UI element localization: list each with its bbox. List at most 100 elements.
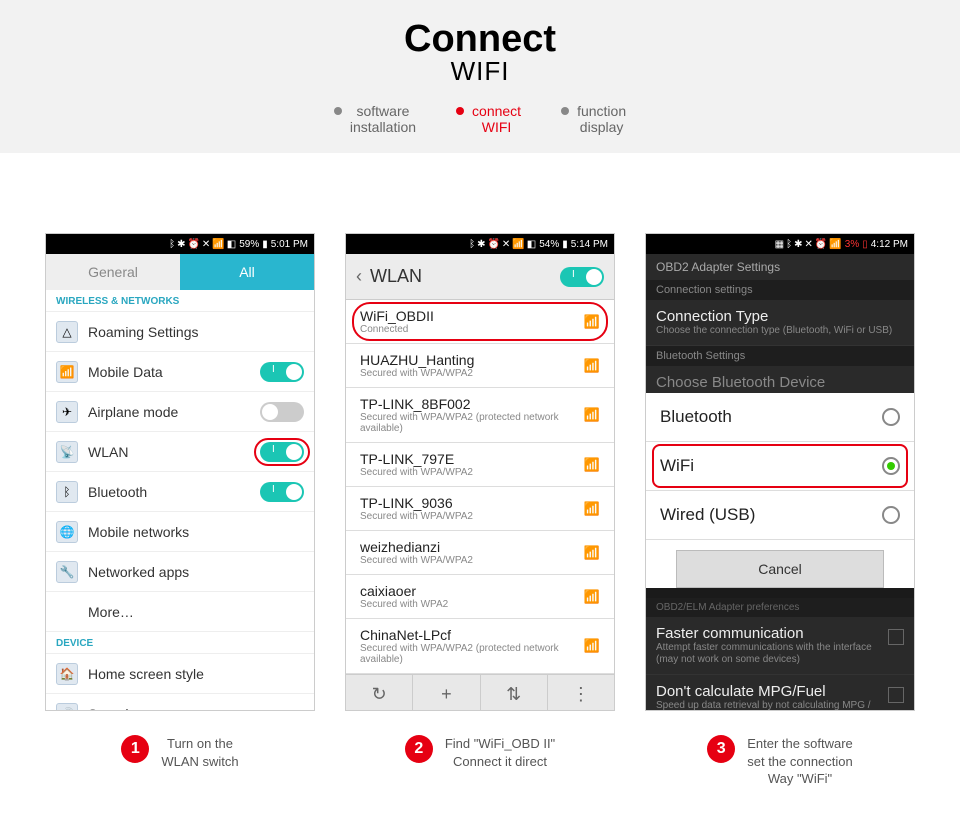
refresh-button[interactable]: ↻ [346, 675, 413, 711]
row-networked-apps[interactable]: 🔧Networked apps [46, 552, 314, 592]
row-bluetooth[interactable]: ᛒBluetooth [46, 472, 314, 512]
mobile-data-icon: 📶 [56, 361, 78, 383]
mobile-networks-icon: 🌐 [56, 521, 78, 543]
tab-all[interactable]: All [180, 254, 314, 290]
wlan-title: WLAN [370, 266, 552, 287]
dot-icon [561, 107, 569, 115]
step-function-display: functiondisplay [561, 103, 626, 135]
step-software-installation: softwareinstallation [334, 103, 416, 135]
phone-obd-settings: ▦ᛒ✱✕⏰📶 3% ▯ 4:12 PM OBD2 Adapter Setting… [645, 233, 915, 711]
option-bluetooth[interactable]: Bluetooth [646, 393, 914, 442]
row-no-mpg[interactable]: Don't calculate MPG/Fuel Speed up data r… [646, 675, 914, 711]
wifi-tplink-9036[interactable]: TP-LINK_9036Secured with WPA/WPA2📶 [346, 487, 614, 531]
battery-icon: ▮ [262, 239, 268, 250]
phone-settings: ᛒ✱⏰✕📶◧ 59% ▮ 5:01 PM General All WIRELES… [45, 233, 315, 711]
section-connection: Connection settings [646, 280, 914, 300]
wifi-tplink-8bf002[interactable]: TP-LINK_8BF002Secured with WPA/WPA2 (pro… [346, 388, 614, 443]
menu-button[interactable]: ⋮ [548, 675, 614, 711]
airplane-toggle[interactable] [260, 402, 304, 422]
wlan-master-toggle[interactable] [560, 267, 604, 287]
row-mobile-data[interactable]: 📶Mobile Data [46, 352, 314, 392]
wifi-huazhu[interactable]: HUAZHU_HantingSecured with WPA/WPA2📶 [346, 344, 614, 388]
wifi-lock-icon: 📶 [584, 407, 600, 423]
row-wlan[interactable]: 📡WLAN [46, 432, 314, 472]
wifi-weizhe[interactable]: weizhedianziSecured with WPA/WPA2📶 [346, 531, 614, 575]
row-airplane[interactable]: ✈Airplane mode [46, 392, 314, 432]
wlan-header: ‹ WLAN [346, 254, 614, 300]
cancel-button[interactable]: Cancel [676, 550, 884, 588]
row-more[interactable]: More… [46, 592, 314, 632]
bluetooth-icon: ᛒ [56, 481, 78, 503]
badge-2: 2 [405, 735, 433, 763]
row-home-screen[interactable]: 🏠Home screen style [46, 654, 314, 694]
connection-dialog: Bluetooth WiFi Wired (USB) Cancel [646, 393, 914, 588]
wifi-lock-icon: 📶 [584, 457, 600, 473]
wireless-list: △Roaming Settings 📶Mobile Data ✈Airplane… [46, 312, 314, 632]
wlan-toggle[interactable] [260, 442, 304, 462]
status-bar: ᛒ✱⏰✕📶◧ 54% ▮ 5:14 PM [346, 234, 614, 254]
bottom-bar: ↻ + ⇅ ⋮ [346, 674, 614, 711]
clock: 4:12 PM [871, 239, 908, 250]
home-icon: 🏠 [56, 663, 78, 685]
option-wifi[interactable]: WiFi [646, 442, 914, 491]
wifi-lock-icon: 📶 [584, 358, 600, 374]
phone-wlan: ᛒ✱⏰✕📶◧ 54% ▮ 5:14 PM ‹ WLAN WiFi_OBDIICo… [345, 233, 615, 711]
adapter-pref-label: OBD2/ELM Adapter preferences [646, 598, 914, 617]
row-connection-type[interactable]: Connection Type Choose the connection ty… [646, 300, 914, 346]
section-bluetooth: Bluetooth Settings [646, 346, 914, 366]
status-bar: ᛒ✱⏰✕📶◧ 59% ▮ 5:01 PM [46, 234, 314, 254]
dot-icon [456, 107, 464, 115]
tab-general[interactable]: General [46, 254, 180, 290]
caption-3: 3 Enter the softwareset the connectionWa… [645, 735, 915, 788]
sound-icon: 🔊 [56, 703, 78, 712]
tabs: General All [46, 254, 314, 290]
clock: 5:01 PM [271, 239, 308, 250]
row-sound[interactable]: 🔊Sound [46, 694, 314, 711]
badge-3: 3 [707, 735, 735, 763]
networked-apps-icon: 🔧 [56, 561, 78, 583]
banner-subtitle: WIFI [0, 56, 960, 87]
row-roaming[interactable]: △Roaming Settings [46, 312, 314, 352]
wifi-chinanet[interactable]: ChinaNet-LPcfSecured with WPA/WPA2 (prot… [346, 619, 614, 674]
status-icons: ▦ᛒ✱✕⏰📶 [775, 239, 842, 250]
caption-1: 1 Turn on theWLAN switch [45, 735, 315, 788]
radio-icon [882, 506, 900, 524]
wifi-lock-icon: 📶 [584, 589, 600, 605]
mobile-data-toggle[interactable] [260, 362, 304, 382]
checkbox-icon[interactable] [888, 629, 904, 645]
battery-level: 54% [539, 239, 559, 250]
sort-button[interactable]: ⇅ [481, 675, 548, 711]
battery-level: 3% [845, 239, 859, 250]
row-faster-comm[interactable]: Faster communication Attempt faster comm… [646, 617, 914, 675]
bluetooth-toggle[interactable] [260, 482, 304, 502]
airplane-icon: ✈ [56, 401, 78, 423]
add-button[interactable]: + [413, 675, 480, 711]
wifi-caixiaoer[interactable]: caixiaoerSecured with WPA2📶 [346, 575, 614, 619]
banner-title: Connect [0, 20, 960, 58]
radio-icon [882, 408, 900, 426]
progress-steps: softwareinstallation connectWIFI functio… [0, 103, 960, 135]
status-icons: ᛒ✱⏰✕📶◧ [469, 239, 536, 250]
banner: Connect WIFI softwareinstallation connec… [0, 0, 960, 153]
caption-2: 2 Find "WiFi_OBD II"Connect it direct [345, 735, 615, 788]
section-device: DEVICE [46, 632, 314, 654]
status-icons: ᛒ✱⏰✕📶◧ [169, 239, 236, 250]
option-wired[interactable]: Wired (USB) [646, 491, 914, 540]
checkbox-icon[interactable] [888, 687, 904, 703]
phones-row: ᛒ✱⏰✕📶◧ 59% ▮ 5:01 PM General All WIRELES… [0, 233, 960, 711]
wlan-icon: 📡 [56, 441, 78, 463]
obd-title: OBD2 Adapter Settings [646, 254, 914, 280]
wifi-obdii[interactable]: WiFi_OBDIIConnected📶 [346, 300, 614, 344]
roaming-icon: △ [56, 321, 78, 343]
back-icon[interactable]: ‹ [356, 266, 362, 287]
wifi-tplink-797e[interactable]: TP-LINK_797ESecured with WPA/WPA2📶 [346, 443, 614, 487]
row-choose-bt: Choose Bluetooth Device [646, 366, 914, 393]
battery-icon: ▯ [862, 239, 868, 250]
clock: 5:14 PM [571, 239, 608, 250]
radio-icon [882, 457, 900, 475]
battery-icon: ▮ [562, 239, 568, 250]
wifi-icon: 📶 [584, 314, 600, 330]
badge-1: 1 [121, 735, 149, 763]
row-mobile-networks[interactable]: 🌐Mobile networks [46, 512, 314, 552]
dot-icon [334, 107, 342, 115]
